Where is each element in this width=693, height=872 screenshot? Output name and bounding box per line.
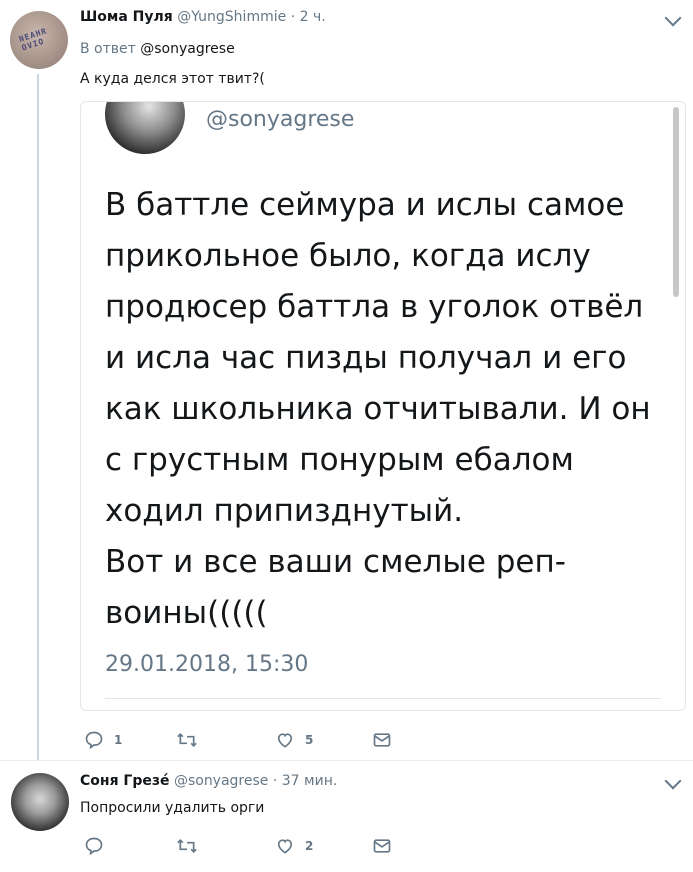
chevron-down-icon[interactable]	[664, 772, 682, 790]
avatar[interactable]: NEAHR OVIO	[10, 11, 68, 69]
retweet-icon	[177, 732, 197, 748]
reply-mention[interactable]: @sonyagrese	[140, 41, 234, 57]
screenshot-image[interactable]: @sonyagrese В баттле сеймура и ислы само…	[80, 101, 686, 711]
dm-button[interactable]	[372, 728, 392, 752]
tweet-header: Шома Пуля @YungShimmie · 2 ч.	[80, 9, 326, 25]
reply-button[interactable]: 1	[84, 728, 122, 752]
dm-icon	[373, 839, 391, 853]
reply-count: 1	[114, 733, 123, 747]
tweet[interactable]: Соня Грезé @sonyagrese · 37 мин. Попроси…	[0, 760, 693, 872]
scrollbar	[673, 107, 679, 297]
retweet-button[interactable]	[176, 728, 208, 752]
like-button[interactable]: 2	[275, 834, 313, 858]
reply-context: В ответ @sonyagrese	[80, 41, 235, 57]
tweet-text: Попросили удалить орги	[80, 800, 265, 816]
separator-dot: ·	[272, 773, 278, 789]
tweet-text: А куда делся этот твит?(	[80, 71, 265, 87]
reply-prefix: В ответ	[80, 41, 136, 57]
thread-line	[37, 74, 39, 760]
reply-button[interactable]	[84, 834, 114, 858]
like-icon	[277, 733, 293, 748]
avatar-tattoo-text: NEAHR OVIO	[17, 26, 49, 53]
separator-dot: ·	[290, 9, 296, 25]
quoted-text: В баттле сеймура и ислы самое прикольное…	[105, 180, 665, 639]
user-name[interactable]: Соня Грезé	[80, 773, 170, 789]
timestamp[interactable]: 2 ч.	[300, 9, 326, 25]
chevron-down-icon[interactable]	[664, 9, 682, 27]
dm-button[interactable]	[372, 834, 392, 858]
quoted-paragraph: Вот и все ваши смелые реп-воины(((((	[105, 544, 566, 631]
user-handle[interactable]: @sonyagrese	[174, 773, 268, 789]
tweet-actions: 2	[80, 834, 400, 858]
reply-icon	[85, 731, 103, 750]
divider	[105, 698, 661, 699]
tweet[interactable]: NEAHR OVIO Шома Пуля @YungShimmie · 2 ч.…	[0, 0, 693, 760]
reply-icon	[85, 837, 103, 856]
user-handle[interactable]: @YungShimmie	[177, 9, 286, 25]
tweet-header: Соня Грезé @sonyagrese · 37 мин.	[80, 773, 337, 789]
dm-icon	[373, 733, 391, 747]
like-count: 5	[305, 733, 314, 747]
avatar[interactable]	[11, 773, 69, 831]
timestamp[interactable]: 37 мин.	[282, 773, 338, 789]
retweet-icon	[177, 838, 197, 854]
tweet-actions: 1 5	[80, 728, 400, 752]
quoted-date: 29.01.2018, 15:30	[105, 652, 309, 677]
quoted-avatar	[105, 102, 185, 154]
like-icon	[277, 839, 293, 854]
retweet-button[interactable]	[176, 834, 208, 858]
user-name[interactable]: Шома Пуля	[80, 9, 173, 25]
quoted-handle: @sonyagrese	[206, 107, 355, 132]
like-count: 2	[305, 839, 314, 853]
like-button[interactable]: 5	[275, 728, 313, 752]
quoted-paragraph: В баттле сеймура и ислы самое прикольное…	[105, 187, 651, 529]
